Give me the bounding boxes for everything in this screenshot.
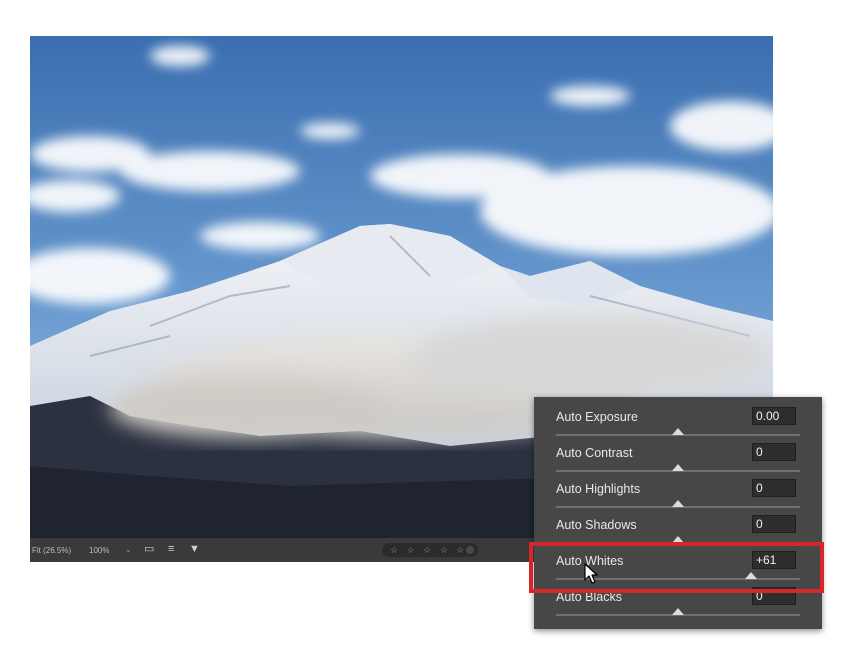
auto-highlights-value[interactable]: 0 (752, 479, 796, 497)
auto-blacks-slider-thumb[interactable] (672, 608, 684, 615)
auto-contrast-label: Auto Contrast (556, 446, 633, 460)
zoom-100-button[interactable]: 100% (89, 546, 109, 555)
auto-exposure-value[interactable]: 0.00 (752, 407, 796, 425)
zoom-fit-button[interactable]: Fit (26.5%) (32, 546, 71, 555)
auto-shadows-value[interactable]: 0 (752, 515, 796, 533)
star-rating[interactable]: ☆ ☆ ☆ ☆ ☆ (382, 543, 478, 557)
auto-adjust-panel: Auto Exposure 0.00 Auto Contrast 0 Auto … (534, 397, 822, 629)
auto-shadows-row: Auto Shadows 0 (534, 505, 822, 544)
auto-shadows-label: Auto Shadows (556, 518, 637, 532)
auto-contrast-value[interactable]: 0 (752, 443, 796, 461)
view-mode-icon[interactable]: ▭ (144, 543, 154, 555)
filter-icon[interactable]: ▼ (189, 543, 200, 555)
auto-highlights-label: Auto Highlights (556, 482, 641, 496)
mouse-cursor-icon (584, 563, 598, 584)
zoom-dropdown-icon[interactable]: ⌄ (125, 545, 132, 554)
highlight-frame (529, 542, 824, 593)
color-label-icon[interactable] (466, 546, 474, 554)
auto-exposure-row: Auto Exposure 0.00 (534, 397, 822, 436)
sort-icon[interactable]: ≡ (168, 543, 174, 555)
rating-stars[interactable]: ☆ ☆ ☆ ☆ ☆ (390, 545, 467, 555)
auto-contrast-row: Auto Contrast 0 (534, 433, 822, 472)
auto-exposure-label: Auto Exposure (556, 410, 638, 424)
auto-highlights-row: Auto Highlights 0 (534, 469, 822, 508)
